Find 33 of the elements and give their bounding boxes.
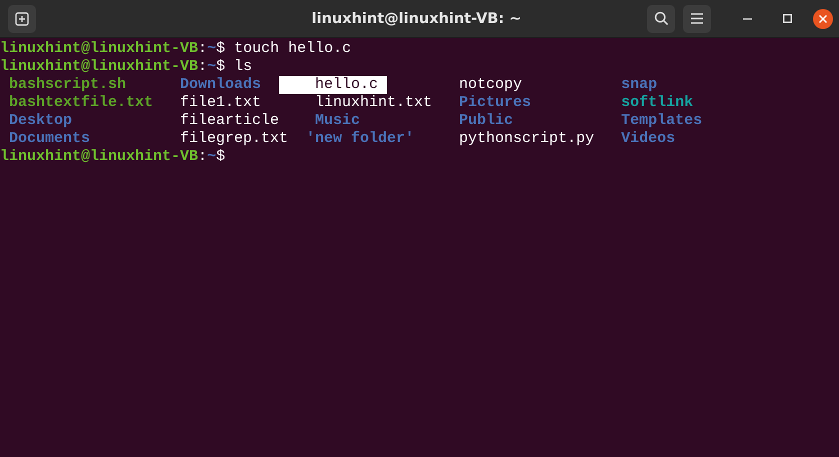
- folder-name: Downloads: [180, 76, 262, 94]
- new-tab-button[interactable]: [8, 4, 36, 32]
- command-line: linuxhint@linuxhint-VB:~$ touch hello.c: [0, 40, 352, 58]
- maximize-icon: [782, 14, 792, 23]
- file-name: softlink: [621, 94, 694, 112]
- file-name: filearticle: [180, 112, 280, 130]
- file-name: filegrep.txt: [180, 130, 288, 148]
- menu-icon: [691, 13, 703, 24]
- new-tab-icon: [15, 12, 29, 26]
- window-title: linuxhint@linuxhint-VB: ~: [310, 10, 522, 26]
- close-button[interactable]: [813, 8, 833, 28]
- folder-name: Documents: [8, 130, 90, 148]
- file-name: bashtextfile.txt: [8, 94, 154, 112]
- folder-name: Public: [459, 112, 514, 130]
- file-name: linuxhint.txt: [314, 94, 432, 112]
- folder-name: Music: [314, 112, 360, 130]
- folder-name: Videos: [621, 130, 676, 148]
- file-name: bashscript.sh: [8, 76, 126, 94]
- folder-name: Desktop: [8, 112, 72, 130]
- minimize-icon: [742, 18, 752, 20]
- file-name: file1.txt: [180, 94, 262, 112]
- file-name: notcopy: [459, 76, 522, 94]
- menu-button[interactable]: [683, 4, 711, 32]
- close-icon: [819, 14, 827, 22]
- folder-name: Pictures: [459, 94, 532, 112]
- search-button[interactable]: [647, 4, 675, 32]
- search-icon: [654, 11, 668, 26]
- folder-name: snap: [621, 76, 658, 94]
- file-name: hello.c: [279, 76, 388, 94]
- command-line: linuxhint@linuxhint-VB:~$: [0, 148, 226, 166]
- command-line: linuxhint@linuxhint-VB:~$ ls: [0, 58, 252, 76]
- folder-name: Templates: [621, 112, 702, 130]
- file-name: pythonscript.py: [459, 130, 594, 148]
